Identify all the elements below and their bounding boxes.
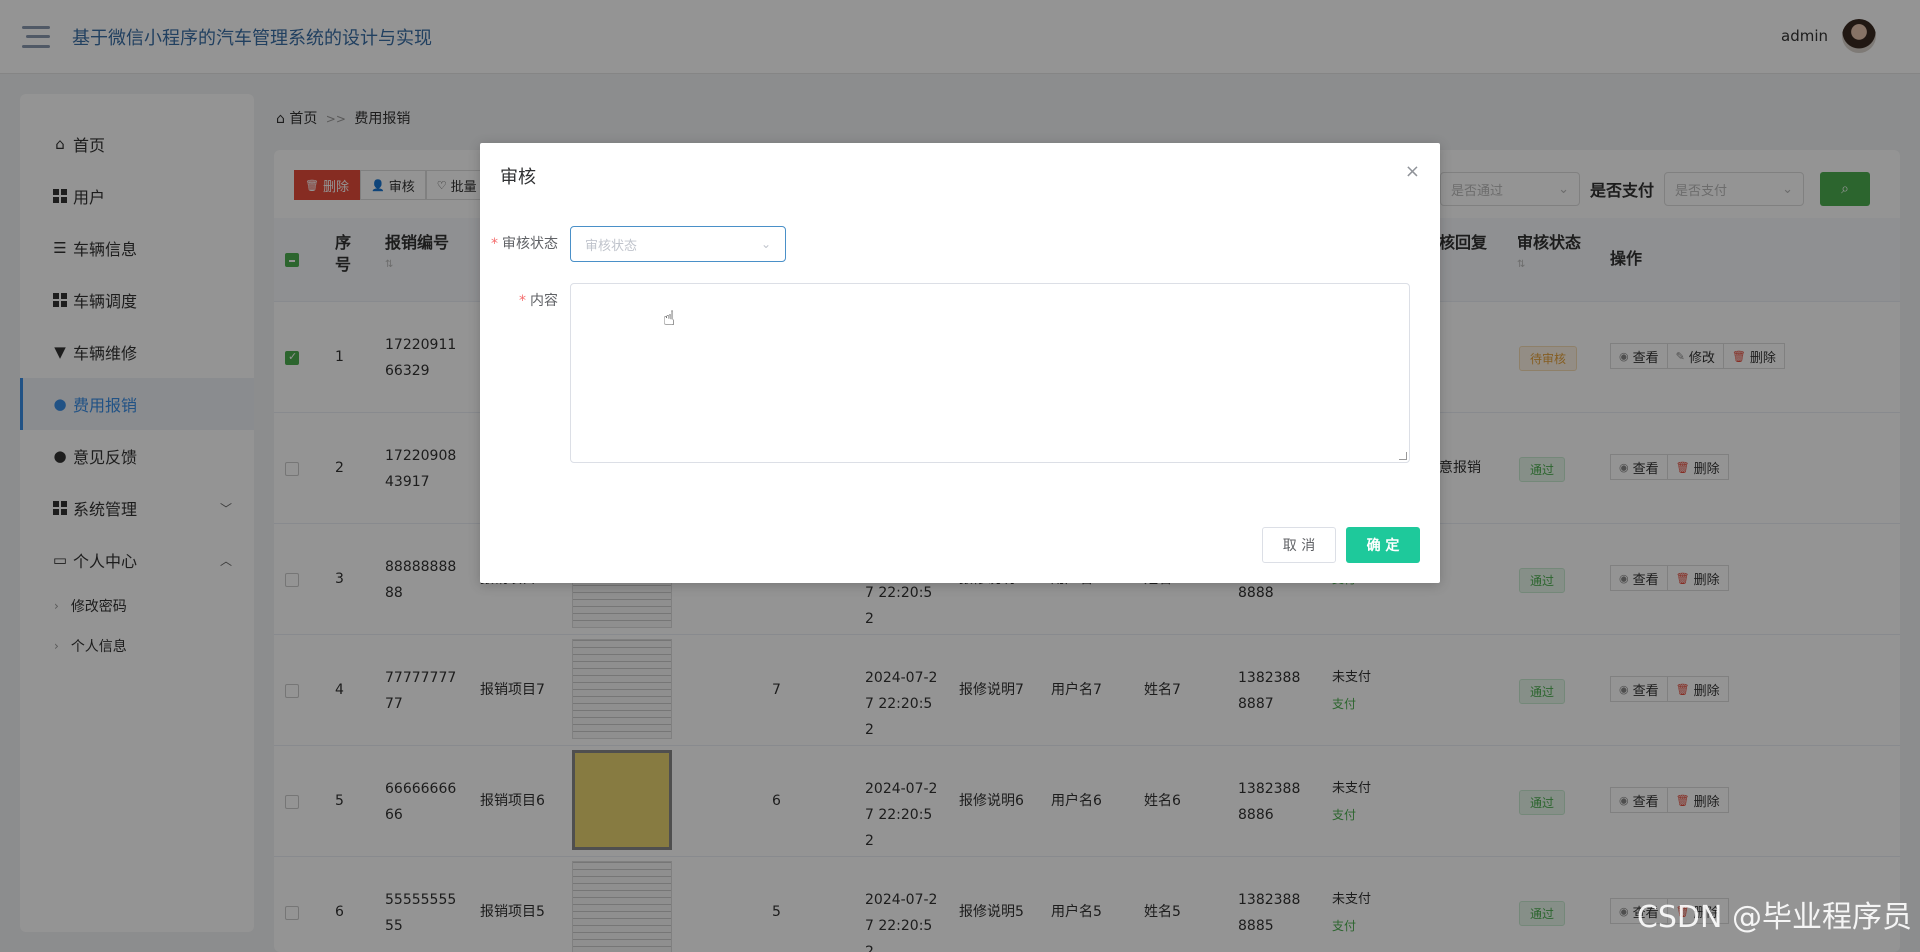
required-marker: * [519,293,526,309]
hand-cursor-icon: ☝ [663,306,676,330]
status-placeholder: 审核状态 [585,238,638,254]
status-form-label: * 审核状态 [480,226,570,262]
review-dialog: 审核 × * 审核状态 审核状态 ⌄ * 内容 取 消 确 定 [480,143,1440,583]
status-label-text: 审核状态 [502,236,558,252]
content-form-label: * 内容 [480,283,570,319]
required-marker: * [491,236,498,252]
content-label-text: 内容 [530,293,558,309]
content-textarea[interactable] [570,283,1410,463]
cancel-button[interactable]: 取 消 [1262,527,1336,563]
dialog-title: 审核 [500,167,536,188]
watermark: CSDN @毕业程序员 [1636,900,1912,935]
review-status-select[interactable]: 审核状态 ⌄ [570,226,786,262]
confirm-button[interactable]: 确 定 [1346,527,1420,563]
dialog-footer: 取 消 确 定 [1262,527,1420,563]
status-form-row: * 审核状态 审核状态 ⌄ [480,226,786,262]
resize-handle-icon[interactable] [1399,452,1407,460]
content-form-row: * 内容 [480,283,1410,463]
chevron-down-icon: ⌄ [760,237,771,251]
close-icon[interactable]: × [1405,161,1420,182]
